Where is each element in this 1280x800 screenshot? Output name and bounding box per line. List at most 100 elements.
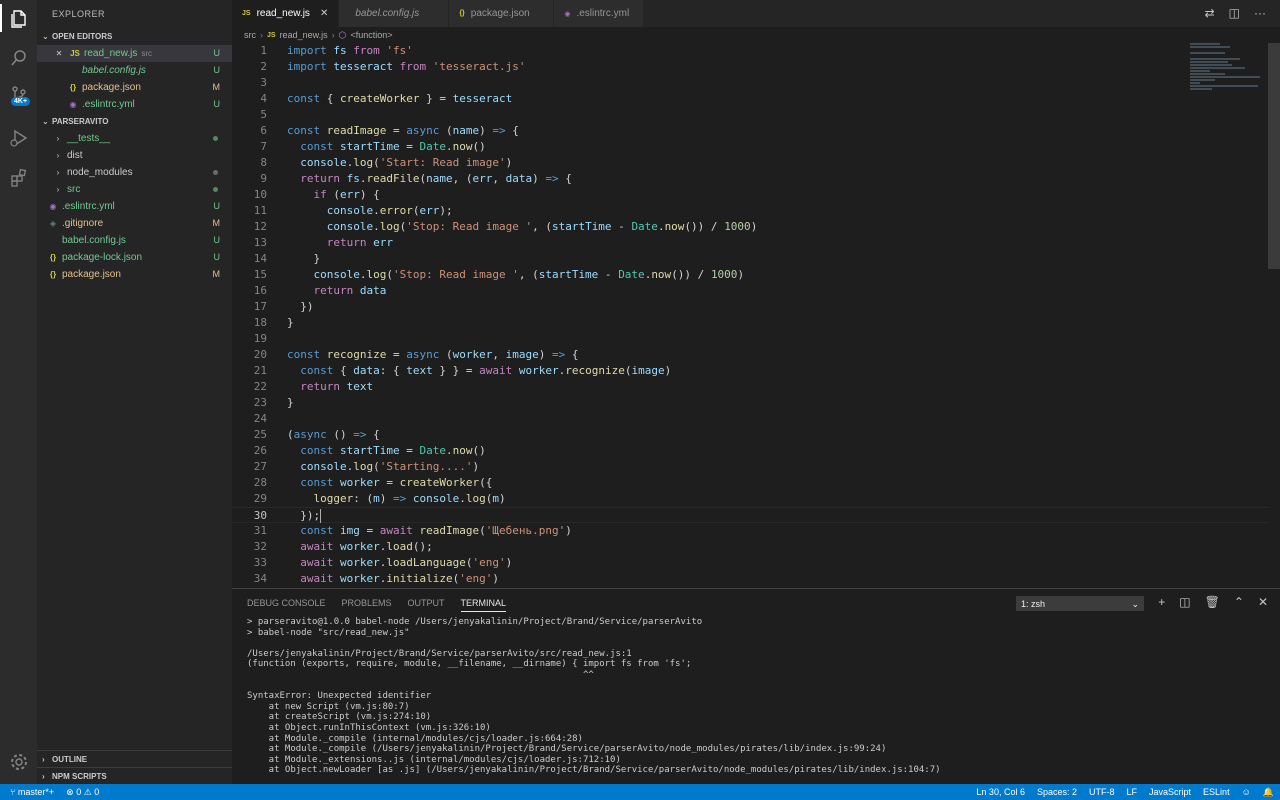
git-badge: U — [213, 65, 221, 75]
tab-label: read_new.js — [256, 8, 310, 19]
split-terminal-icon[interactable]: ◫ — [1179, 595, 1190, 609]
tab-eslintrc[interactable]: ◉ .eslintrc.yml — [554, 0, 645, 27]
code-line[interactable]: 15 console.log('Stop: Read image ', (sta… — [232, 267, 1268, 283]
code-line[interactable]: 34 await worker.initialize('eng') — [232, 571, 1268, 587]
run-debug-icon[interactable] — [8, 127, 29, 148]
git-branch[interactable]: ⑂ master*+ — [10, 787, 54, 798]
tree-file-package-lock[interactable]: {} package-lock.json U — [37, 249, 232, 266]
end-of-line[interactable]: LF — [1121, 787, 1144, 797]
code-line[interactable]: 2 import tesseract from 'tesseract.js' — [232, 59, 1268, 75]
code-line[interactable]: 32 await worker.load(); — [232, 539, 1268, 555]
code-line[interactable]: 17 }) — [232, 299, 1268, 315]
code-line[interactable]: 1 import fs from 'fs' — [232, 43, 1268, 59]
line-number: 18 — [253, 316, 267, 329]
tab-babel-config[interactable]: babel.config.js — [339, 0, 450, 27]
code-text: const { data: { text } } = await worker.… — [300, 364, 672, 377]
extensions-icon[interactable] — [8, 167, 29, 188]
terminal-output[interactable]: > parseravito@1.0.0 babel-node /Users/je… — [232, 617, 1280, 776]
terminal-select[interactable]: 1: zsh ⌄ — [1016, 596, 1144, 611]
cursor-position[interactable]: Ln 30, Col 6 — [970, 787, 1031, 797]
close-panel-icon[interactable]: ✕ — [1258, 595, 1268, 609]
minimap[interactable] — [1190, 43, 1270, 123]
bell-icon[interactable]: 🔔 — [1257, 787, 1280, 798]
code-line[interactable]: 28 const worker = createWorker({ — [232, 475, 1268, 491]
search-icon[interactable] — [8, 47, 29, 68]
breadcrumb-folder[interactable]: src — [244, 30, 256, 40]
line-number: 34 — [253, 572, 267, 585]
tab-debug-console[interactable]: DEBUG CONSOLE — [247, 598, 326, 608]
code-line[interactable]: 10 if (err) { — [232, 187, 1268, 203]
compare-changes-icon[interactable]: ⇄ — [1205, 6, 1215, 20]
code-line[interactable]: 20 const recognize = async (worker, image… — [232, 347, 1268, 363]
tree-file-gitignore[interactable]: ◈ .gitignore M — [37, 215, 232, 232]
breadcrumb-file[interactable]: read_new.js — [280, 30, 328, 40]
chevron-right-icon: › — [56, 151, 60, 160]
code-line[interactable]: 13 return err — [232, 235, 1268, 251]
tree-file-babel-config[interactable]: babel.config.js U — [37, 232, 232, 249]
code-line[interactable]: 5 — [232, 107, 1268, 123]
tree-file-package-json[interactable]: {} package.json M — [37, 266, 232, 283]
open-editor-eslintrc[interactable]: ◉ .eslintrc.yml U — [37, 96, 232, 113]
language-mode[interactable]: JavaScript — [1143, 787, 1197, 797]
code-line[interactable]: 3 — [232, 75, 1268, 91]
code-line[interactable]: 9 return fs.readFile(name, (err, data) =… — [232, 171, 1268, 187]
close-icon[interactable]: ✕ — [52, 45, 66, 62]
close-icon[interactable]: ✕ — [320, 8, 328, 19]
settings-gear-icon[interactable] — [8, 751, 29, 772]
eslint-status[interactable]: ESLint — [1197, 787, 1236, 797]
encoding[interactable]: UTF-8 — [1083, 787, 1121, 797]
open-editor-package-json[interactable]: {} package.json M — [37, 79, 232, 96]
tree-folder-src[interactable]: › src — [37, 181, 232, 198]
more-actions-icon[interactable]: ··· — [1254, 6, 1266, 20]
code-line[interactable]: 14 } — [232, 251, 1268, 267]
tree-folder-dist[interactable]: › dist — [37, 147, 232, 164]
trash-icon[interactable]: 🗑 — [1205, 595, 1220, 609]
tree-file-eslintrc[interactable]: ◉ .eslintrc.yml U — [37, 198, 232, 215]
code-line[interactable]: 26 const startTime = Date.now() — [232, 443, 1268, 459]
tree-folder-tests[interactable]: › __tests__ — [37, 130, 232, 147]
files-icon[interactable] — [8, 8, 29, 29]
project-header[interactable]: ⌄ PARSERAVITO — [37, 113, 232, 130]
code-line[interactable]: 29 logger: (m) => console.log(m) — [232, 491, 1268, 507]
tab-output[interactable]: OUTPUT — [408, 598, 445, 608]
new-terminal-icon[interactable]: + — [1158, 595, 1165, 609]
open-editor-read-new[interactable]: ✕ JS read_new.js src U — [37, 45, 232, 62]
code-line[interactable]: 23} — [232, 395, 1268, 411]
code-line[interactable]: 4 const { createWorker } = tesseract — [232, 91, 1268, 107]
code-line[interactable]: 27 console.log('Starting....') — [232, 459, 1268, 475]
code-editor[interactable]: 1 import fs from 'fs' 2 import tesseract fr… — [232, 43, 1268, 588]
maximize-panel-icon[interactable]: ⌃ — [1234, 595, 1244, 609]
breadcrumb-symbol[interactable]: <function> — [350, 30, 392, 40]
code-line[interactable]: 8 console.log('Start: Read image') — [232, 155, 1268, 171]
code-line[interactable]: 31 const img = await readImage('Щебень.p… — [232, 523, 1268, 539]
code-line[interactable]: 30 }); — [232, 507, 1268, 523]
code-line[interactable]: 16 return data — [232, 283, 1268, 299]
indentation[interactable]: Spaces: 2 — [1031, 787, 1083, 797]
code-line[interactable]: 7 const startTime = Date.now() — [232, 139, 1268, 155]
tab-terminal[interactable]: TERMINAL — [460, 598, 507, 612]
tree-folder-node-modules[interactable]: › node_modules — [37, 164, 232, 181]
npm-scripts-header[interactable]: › NPM SCRIPTS — [37, 767, 232, 784]
code-line[interactable]: 25 (async () => { — [232, 427, 1268, 443]
tab-package-json[interactable]: {} package.json — [449, 0, 555, 27]
problems-count[interactable]: ⊗ 0 ⚠ 0 — [66, 787, 99, 798]
split-editor-icon[interactable]: ◫ — [1229, 6, 1240, 20]
terminal-line: at Module._compile (internal/modules/cjs… — [247, 733, 583, 744]
code-line[interactable]: 18} — [232, 315, 1268, 331]
code-line[interactable]: 22 return text — [232, 379, 1268, 395]
code-line[interactable]: 24 — [232, 411, 1268, 427]
editor-scrollbar[interactable] — [1268, 43, 1280, 269]
code-text: console.log('Stop: Read image ', (startT… — [313, 268, 745, 281]
tab-problems[interactable]: PROBLEMS — [342, 598, 392, 608]
outline-header[interactable]: › OUTLINE — [37, 750, 232, 767]
code-line[interactable]: 6 const readImage = async (name) => { — [232, 123, 1268, 139]
code-line[interactable]: 21 const { data: { text } } = await work… — [232, 363, 1268, 379]
open-editors-header[interactable]: ⌄ OPEN EDITORS — [37, 28, 232, 45]
code-line[interactable]: 19 — [232, 331, 1268, 347]
code-line[interactable]: 11 console.error(err); — [232, 203, 1268, 219]
code-line[interactable]: 33 await worker.loadLanguage('eng') — [232, 555, 1268, 571]
open-editor-babel-config[interactable]: babel.config.js U — [37, 62, 232, 79]
feedback-icon[interactable]: ☺ — [1236, 787, 1257, 797]
tab-read-new[interactable]: JS read_new.js ✕ — [232, 0, 340, 27]
code-line[interactable]: 12 console.log('Stop: Read image ', (sta… — [232, 219, 1268, 235]
